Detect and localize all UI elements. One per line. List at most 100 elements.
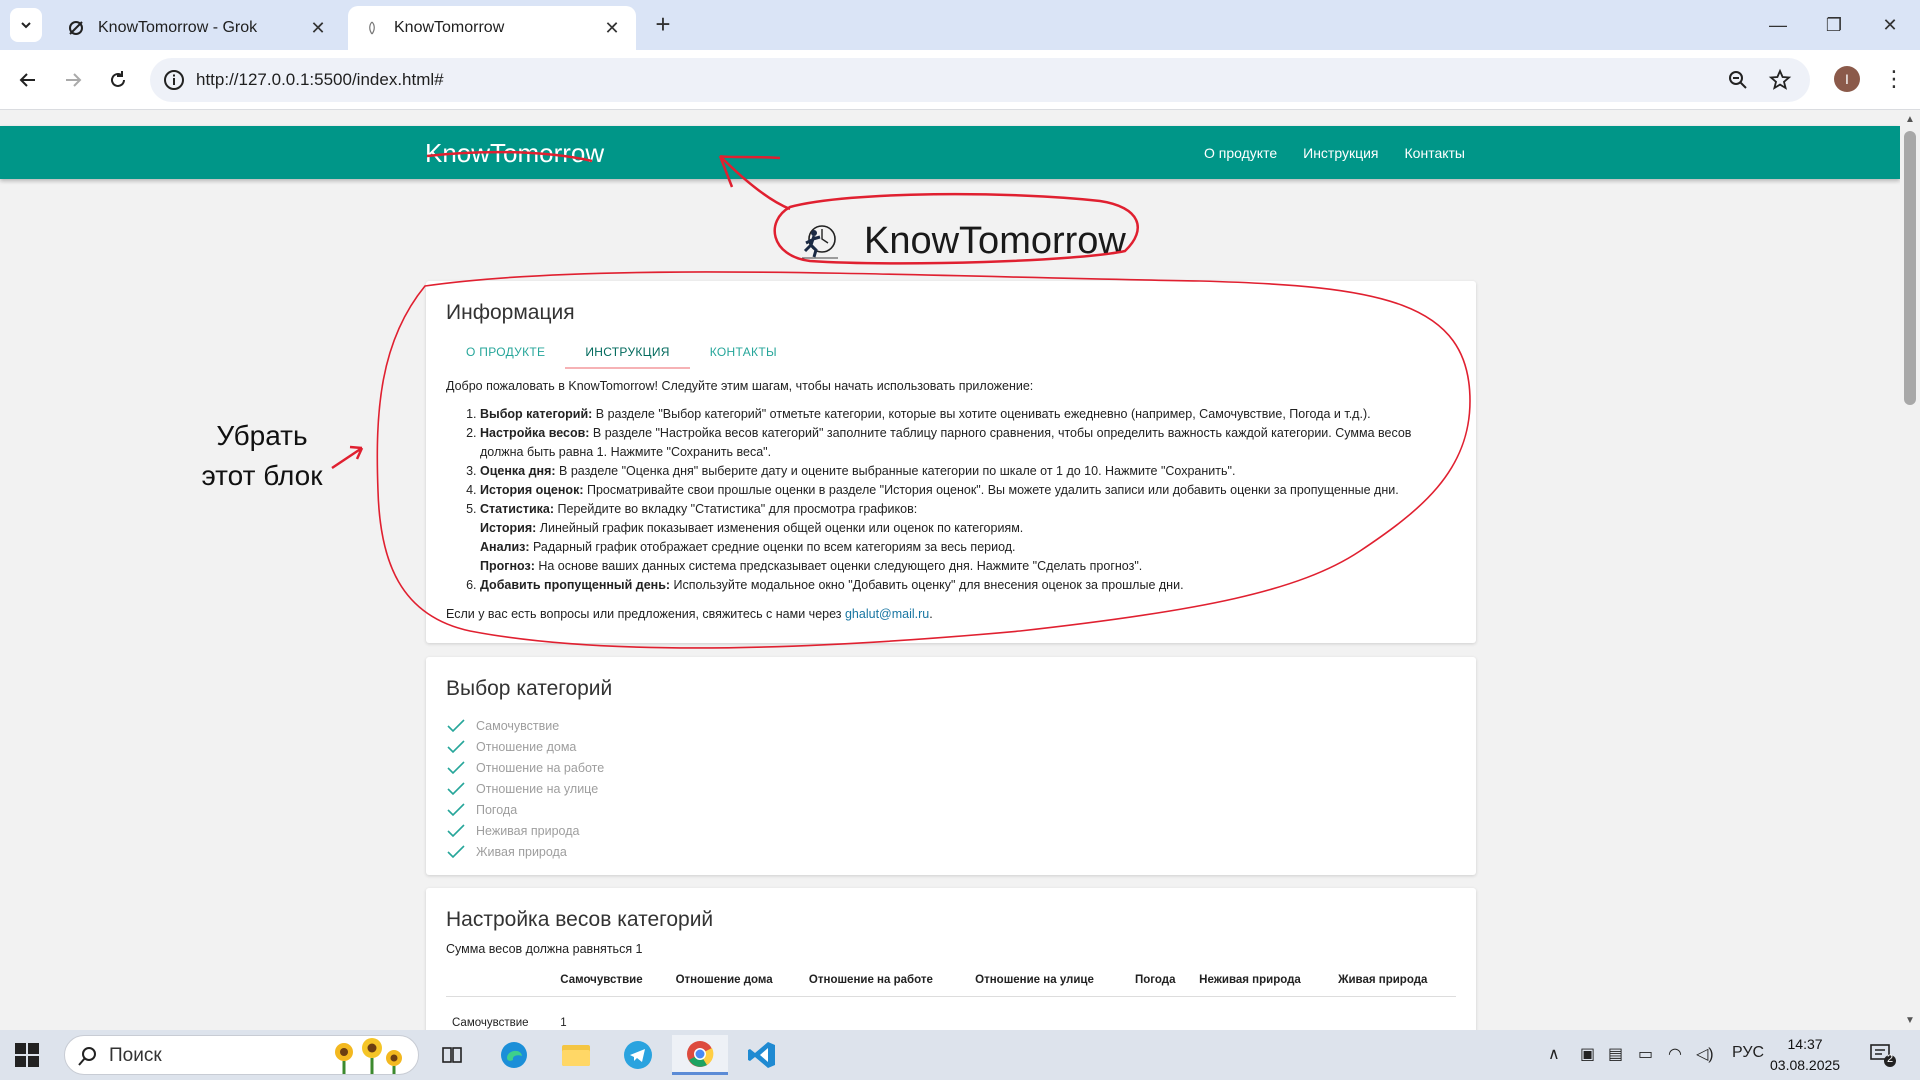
category-label: Самочувствие	[476, 718, 560, 733]
table-cell[interactable]	[969, 997, 1129, 1031]
tab-grok[interactable]: KnowTomorrow - Grok ✕	[52, 6, 342, 50]
row-label: Самочувствие	[452, 1017, 529, 1029]
taskbar-clock[interactable]: 14:37 03.08.2025	[1770, 1034, 1840, 1076]
table-cell[interactable]	[803, 997, 969, 1031]
hero-title: KnowTomorrow	[864, 219, 1126, 262]
reload-button[interactable]	[102, 64, 134, 96]
site-info-icon[interactable]	[162, 68, 186, 92]
tray-chevron-up-icon[interactable]: ∧	[1548, 1044, 1560, 1064]
new-tab-button[interactable]: +	[648, 10, 678, 40]
table-cell[interactable]	[1193, 997, 1332, 1031]
browser-menu-icon[interactable]: ⋮	[1882, 64, 1906, 94]
volume-icon[interactable]: ◁)	[1696, 1044, 1714, 1064]
column-header: Живая природа	[1332, 964, 1456, 997]
notification-icon	[1870, 1044, 1896, 1067]
category-item[interactable]: Неживая природа	[446, 820, 1456, 841]
tab-contacts[interactable]: КОНТАКТЫ	[690, 339, 797, 369]
info-card-title: Информация	[446, 301, 575, 324]
nav-link-instruction[interactable]: Инструкция	[1303, 145, 1378, 161]
tab-label: KnowTomorrow	[394, 19, 505, 36]
telegram-icon	[624, 1041, 652, 1069]
taskbar-edge[interactable]	[486, 1035, 542, 1075]
table-cell[interactable]	[1332, 997, 1456, 1031]
taskbar-chrome[interactable]	[672, 1035, 728, 1075]
scroll-up-icon[interactable]: ▲	[1905, 114, 1915, 125]
checkmark-icon[interactable]	[446, 781, 476, 797]
arrow-left-icon	[19, 73, 35, 87]
notification-center[interactable]: 2	[1868, 1042, 1898, 1068]
sub-text: Линейный график показывает изменения общ…	[536, 521, 1024, 535]
category-item[interactable]: Отношение дома	[446, 736, 1456, 757]
category-item[interactable]: Самочувствие	[446, 715, 1456, 736]
stats-sub-item: История: Линейный график показывает изме…	[480, 519, 1456, 538]
category-item[interactable]: Отношение на работе	[446, 757, 1456, 778]
list-item: Оценка дня: В разделе "Оценка дня" выбер…	[480, 462, 1456, 481]
edge-icon	[501, 1042, 527, 1068]
nav-link-about[interactable]: О продукте	[1204, 145, 1277, 161]
task-view-icon	[442, 1047, 462, 1063]
close-icon[interactable]: ✕	[308, 18, 328, 39]
nav-link-contacts[interactable]: Контакты	[1405, 145, 1465, 161]
clock-time: 14:37	[1787, 1036, 1823, 1052]
taskbar-telegram[interactable]	[610, 1035, 666, 1075]
table-cell[interactable]: 1	[554, 997, 669, 1031]
contact-email-link[interactable]: ghalut@mail.ru	[845, 607, 929, 621]
checkmark-icon[interactable]	[446, 844, 476, 860]
profile-avatar[interactable]: I	[1834, 66, 1860, 92]
scroll-down-icon[interactable]: ▼	[1905, 1015, 1915, 1026]
hero-header: KnowTomorrow	[800, 211, 1126, 271]
zoom-icon[interactable]	[1726, 68, 1750, 92]
category-item[interactable]: Погода	[446, 799, 1456, 820]
table-row: Самочувствие 1	[446, 997, 1456, 1031]
tab-about[interactable]: О ПРОДУКТЕ	[446, 339, 565, 369]
language-indicator[interactable]: РУС	[1732, 1044, 1764, 1062]
bookmark-star-icon[interactable]	[1768, 68, 1792, 92]
category-item[interactable]: Отношение на улице	[446, 778, 1456, 799]
window-close-icon[interactable]: ✕	[1870, 10, 1910, 40]
column-header: Отношение на улице	[969, 964, 1129, 997]
close-icon[interactable]: ✕	[602, 18, 622, 39]
checkmark-icon[interactable]	[446, 760, 476, 776]
step-heading: История оценок:	[480, 483, 584, 497]
windows-start-icon[interactable]	[14, 1042, 40, 1068]
page-scrollbar[interactable]: ▲ ▼	[1900, 111, 1920, 1030]
list-item: Добавить пропущенный день: Используйте м…	[480, 576, 1456, 595]
wifi-icon[interactable]: ◠	[1668, 1044, 1682, 1064]
contact-line: Если у вас есть вопросы или предложения,…	[446, 607, 1456, 621]
forward-button[interactable]	[57, 64, 89, 96]
tray-meet-icon[interactable]: ▣	[1580, 1044, 1595, 1064]
tab-instruction[interactable]: ИНСТРУКЦИЯ	[565, 339, 690, 369]
checkmark-icon[interactable]	[446, 802, 476, 818]
table-cell[interactable]	[1129, 997, 1193, 1031]
task-view-button[interactable]	[424, 1035, 480, 1075]
url-text[interactable]: http://127.0.0.1:5500/index.html#	[196, 70, 444, 90]
step-text: Просматривайте свои прошлые оценки в раз…	[583, 483, 1399, 497]
scroll-thumb[interactable]	[1904, 131, 1916, 405]
brand-logo[interactable]: KnowTomorrow	[425, 138, 604, 169]
browser-tab-bar: KnowTomorrow - Grok ✕ KnowTomorrow ✕ + —…	[0, 0, 1920, 50]
page-viewport: KnowTomorrow О продукте Инструкция Конта…	[0, 111, 1900, 1030]
taskbar-file-explorer[interactable]	[548, 1035, 604, 1075]
checkmark-icon[interactable]	[446, 739, 476, 755]
table-cell[interactable]	[670, 997, 803, 1031]
address-bar[interactable]: http://127.0.0.1:5500/index.html#	[150, 58, 1810, 102]
tab-knowtomorrow[interactable]: KnowTomorrow ✕	[348, 6, 636, 50]
battery-icon[interactable]: ▭	[1638, 1044, 1653, 1064]
category-item[interactable]: Живая природа	[446, 841, 1456, 862]
runner-clock-logo-icon	[802, 225, 838, 259]
taskbar-vscode[interactable]	[734, 1035, 790, 1075]
column-header: Отношение дома	[669, 964, 803, 997]
checkmark-icon[interactable]	[446, 718, 476, 734]
tab-search-dropdown[interactable]	[10, 8, 42, 42]
minimize-icon[interactable]: —	[1758, 10, 1798, 40]
info-tabs: О ПРОДУКТЕ ИНСТРУКЦИЯ КОНТАКТЫ	[446, 339, 1456, 369]
sub-heading: История:	[480, 521, 537, 535]
tray-security-icon[interactable]: ▤	[1608, 1044, 1623, 1064]
category-label: Погода	[476, 802, 518, 817]
taskbar-search[interactable]: Поиск	[64, 1035, 419, 1075]
step-text: В разделе "Выбор категорий" отметьте кат…	[592, 407, 1371, 421]
checkmark-icon[interactable]	[446, 823, 476, 839]
sub-heading: Прогноз:	[480, 559, 535, 573]
restore-icon[interactable]: ❐	[1814, 10, 1854, 40]
back-button[interactable]	[12, 64, 44, 96]
